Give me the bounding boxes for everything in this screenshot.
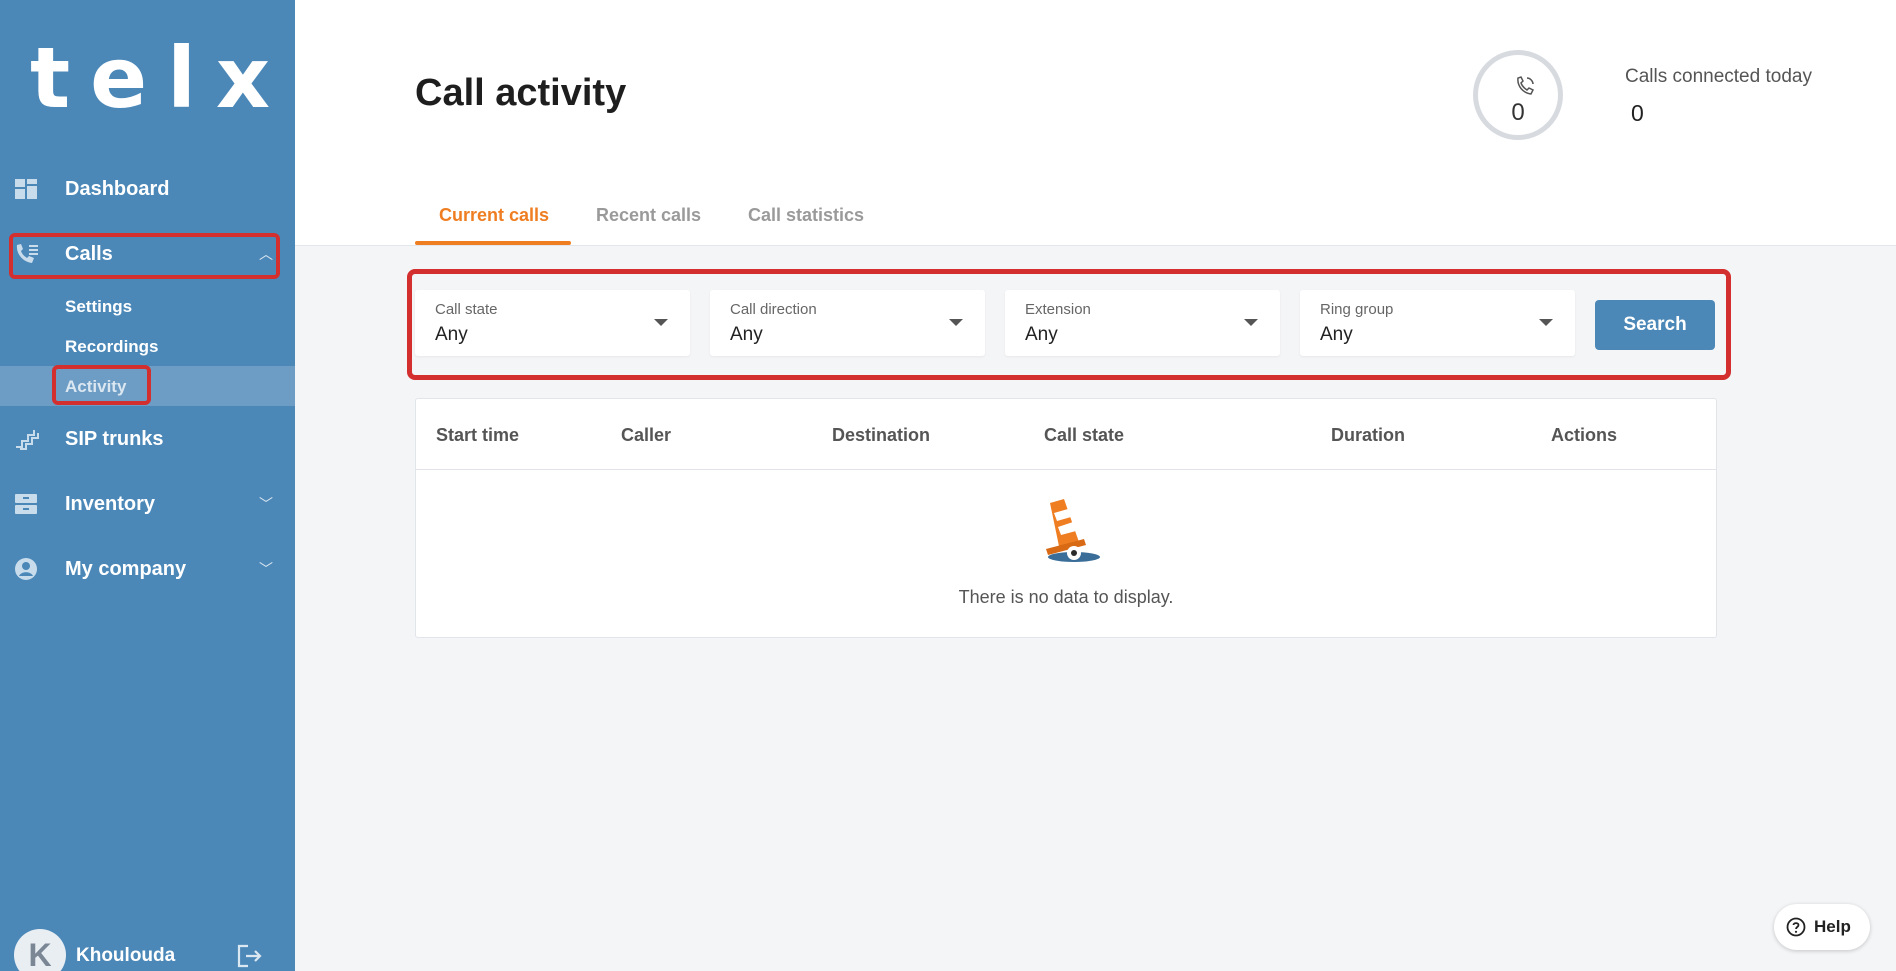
sidebar-subitem-settings[interactable]: Settings [65,297,132,317]
empty-state-text: There is no data to display. [958,587,1174,607]
logout-icon[interactable] [236,943,264,969]
select-value: Any [1320,324,1353,345]
column-header-destination[interactable]: Destination [832,425,930,446]
select-label: Call state [435,301,498,318]
column-header-start-time[interactable]: Start time [436,425,519,446]
help-button[interactable]: Help [1774,904,1870,950]
extension-select[interactable]: Extension Any [1005,290,1280,356]
column-header-actions: Actions [1551,425,1618,445]
call-state-select[interactable]: Call state Any [415,290,690,356]
search-button[interactable]: Search [1595,300,1715,350]
dashboard-icon [15,179,37,199]
call-direction-select[interactable]: Call direction Any [710,290,985,356]
column-header-caller[interactable]: Caller [621,425,671,446]
tab-call-statistics[interactable]: Call statistics [748,205,864,226]
calls-connected-label: Calls connected today [1625,66,1812,87]
ring-group-select[interactable]: Ring group Any [1300,290,1575,356]
page-header: Call activity 0 Calls connected today 0 … [295,0,1896,246]
select-value: Any [1025,324,1058,345]
select-value: Any [730,324,763,345]
column-header-duration[interactable]: Duration [1331,425,1405,446]
sidebar-item-inventory[interactable]: Inventory ﹀ [0,480,295,528]
traffic-cone-icon [1046,499,1100,562]
calls-today-gauge: 0 [1473,50,1563,140]
calls-highlight-box [9,233,280,279]
active-tab-indicator [415,241,571,245]
caret-down-icon [654,319,668,326]
sip-trunks-icon [16,430,39,450]
sidebar: telxi Dashboard Calls ︿ Settings Recordi… [0,0,319,971]
select-value: Any [435,324,468,345]
select-label: Extension [1025,301,1091,318]
sidebar-item-sip-trunks[interactable]: SIP trunks [0,415,295,463]
tab-current-calls[interactable]: Current calls [439,205,549,226]
caret-down-icon [949,319,963,326]
sidebar-item-dashboard[interactable]: Dashboard [0,165,295,213]
chevron-down-icon: ﹀ [259,496,273,512]
tab-recent-calls[interactable]: Recent calls [596,205,701,226]
gauge-value: 0 [1511,99,1525,126]
activity-highlight-box [52,365,151,405]
inventory-icon [15,494,37,514]
sidebar-item-label: Inventory [65,492,156,515]
avatar[interactable]: K [14,929,66,971]
column-header-call-state[interactable]: Call state [1044,425,1124,446]
sidebar-subitem-recordings[interactable]: Recordings [65,337,159,357]
select-label: Ring group [1320,301,1394,318]
user-name[interactable]: Khoulouda [76,945,175,967]
phone-icon [1517,76,1535,95]
page-title: Call activity [415,72,627,114]
user-profile[interactable]: K Khoulouda [14,929,284,971]
sidebar-item-label: My company [65,557,187,580]
telxi-logo[interactable]: telxi [30,36,339,120]
calls-connected-value: 0 [1631,100,1644,126]
sidebar-item-label: Dashboard [65,177,170,200]
chevron-down-icon: ﹀ [259,561,273,577]
caret-down-icon [1244,319,1258,326]
calls-table: Start time Caller Destination Call state… [415,398,1717,638]
sidebar-item-my-company[interactable]: My company ﹀ [0,545,295,593]
select-label: Call direction [730,301,817,318]
caret-down-icon [1539,319,1553,326]
help-label: Help [1814,917,1851,936]
sidebar-item-label: SIP trunks [65,427,164,450]
table-header: Start time Caller Destination Call state… [416,399,1716,470]
company-icon [15,558,37,580]
question-circle-icon [1786,917,1806,937]
